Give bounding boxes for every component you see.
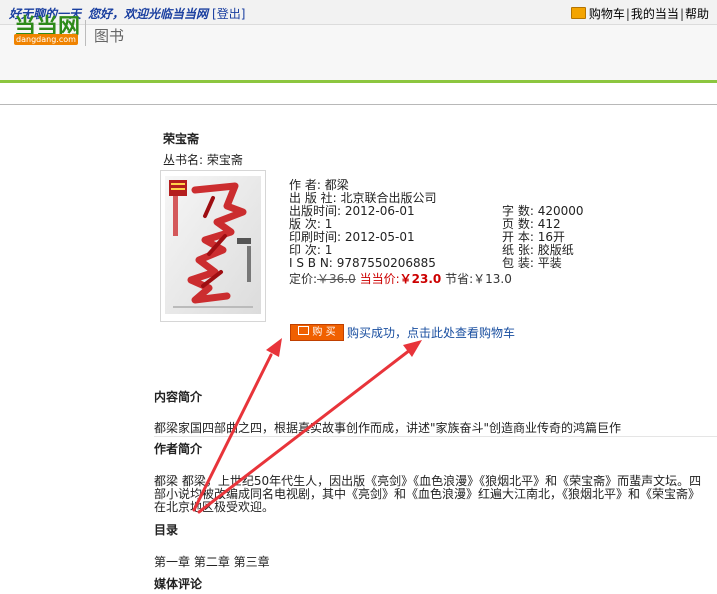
publisher-link[interactable]: 北京联合出版公司 (341, 191, 437, 205)
media-review-heading: 媒体评论 (154, 577, 203, 591)
logout-link[interactable]: 登出 (217, 7, 241, 21)
cart-icon[interactable] (570, 7, 586, 19)
current-price: ￥23.0 (399, 272, 442, 286)
saving-value: ￥13.0 (473, 272, 512, 286)
toc-heading: 目录 (154, 523, 179, 537)
cart-link[interactable]: 购物车 (589, 7, 625, 21)
divider: | (679, 7, 684, 21)
header-divider (85, 20, 86, 46)
buy-button-label: 购 买 (312, 327, 336, 338)
my-dangdang-link[interactable]: 我的当当 (631, 7, 679, 21)
current-price-label: 当当价: (359, 272, 400, 286)
isbn-row: I S B N: 9787550206885 (289, 256, 436, 270)
list-price: ￥36.0 (317, 272, 356, 286)
buy-button[interactable]: 购 买 (290, 324, 344, 341)
top-links: 购物车|我的当当|帮助 (570, 5, 709, 22)
section-divider (154, 436, 717, 437)
author-heading: 作者简介 (154, 442, 203, 456)
logo-domain: dangdang.com (14, 34, 78, 45)
intro-heading: 内容简介 (154, 390, 203, 404)
divider: | (625, 7, 630, 21)
author-text-line-3: 在北京地区极受欢迎。 (154, 500, 275, 514)
series-label: 丛书名: (163, 153, 204, 167)
series-line: 丛书名: 荣宝斋 (163, 151, 243, 168)
welcome-text: 您好，欢迎光临当当网 (88, 7, 209, 21)
section-name: 图书 (94, 27, 125, 45)
nav-divider (0, 104, 717, 105)
list-price-label: 定价: (289, 272, 318, 286)
binding-row: 包 装: 平装 (502, 256, 562, 270)
header-accent-line (0, 80, 717, 83)
saving-label: 节省: (445, 272, 474, 286)
intro-text: 都梁家国四部曲之四，根据真实故事创作而成，讲述"家族奋斗"创造商业传奇的鸿篇巨作 (154, 421, 622, 435)
author-link[interactable]: 都梁 (325, 178, 349, 192)
annotation-arrows (192, 338, 422, 514)
help-link[interactable]: 帮助 (685, 7, 709, 21)
series-value: 荣宝斋 (206, 153, 243, 167)
view-cart-link[interactable]: 购买成功，点击此处查看购物车 (347, 324, 515, 341)
book-cover-image[interactable] (165, 176, 261, 314)
cart-icon (298, 326, 310, 335)
book-title: 荣宝斋 (163, 132, 200, 146)
cover-art (165, 176, 261, 314)
toc-text: 第一章 第二章 第三章 (154, 555, 270, 569)
logout-group: [登出] (212, 7, 246, 21)
price-line: 定价:￥36.0 当当价:￥23.0 节省:￥13.0 (289, 270, 512, 287)
